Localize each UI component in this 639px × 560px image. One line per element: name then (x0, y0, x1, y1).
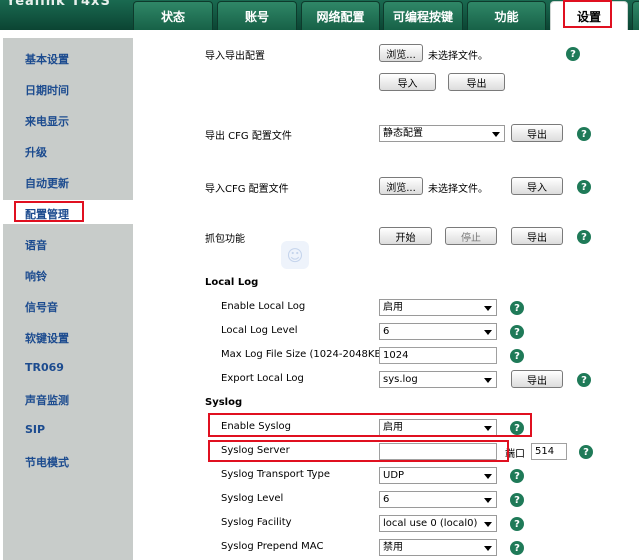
chevron-down-icon (492, 132, 500, 137)
syslog-port-input[interactable]: 514 (531, 443, 567, 460)
export-cfg-label: 导出 CFG 配置文件 (205, 131, 292, 142)
capture-stop-button[interactable]: 停止 (445, 227, 497, 245)
sidebar-item-voice-monitor[interactable]: 声音监测 (25, 392, 69, 408)
sidebar-item-tr069[interactable]: TR069 (25, 361, 64, 374)
max-log-size-label: Max Log File Size (1024-2048KB) (221, 349, 386, 360)
export-button[interactable]: 导出 (448, 73, 505, 91)
chevron-down-icon (484, 306, 492, 311)
import-export-label: 导入导出配置 (205, 51, 265, 62)
help-icon[interactable]: ? (510, 469, 524, 483)
local-log-level-value: 6 (383, 326, 390, 337)
export-cfg-select[interactable]: 静态配置 (379, 125, 505, 142)
local-log-level-label: Local Log Level (221, 325, 298, 336)
import-cfg-label: 导入CFG 配置文件 (205, 184, 289, 195)
export-local-log-value: sys.log (383, 374, 418, 385)
syslog-level-label: Syslog Level (221, 493, 284, 504)
export-cfg-value: 静态配置 (383, 128, 423, 139)
import-button[interactable]: 导入 (379, 73, 436, 91)
chevron-down-icon (484, 330, 492, 335)
help-icon[interactable]: ? (566, 47, 580, 61)
enable-local-log-select[interactable]: 启用 (379, 299, 497, 316)
sidebar: 基本设置 日期时间 来电显示 升级 自动更新 配置管理 语音 响铃 信号音 软键… (3, 38, 133, 560)
chevron-down-icon (484, 378, 492, 383)
import-cfg-no-file-text: 未选择文件。 (428, 184, 488, 195)
export-local-log-select[interactable]: sys.log (379, 371, 497, 388)
sidebar-item-datetime[interactable]: 日期时间 (25, 82, 69, 98)
help-icon[interactable]: ? (510, 325, 524, 339)
brand-logo: Yealink T4xS (6, 0, 111, 9)
export-local-log-label: Export Local Log (221, 373, 304, 384)
help-icon[interactable]: ? (577, 127, 591, 141)
local-log-level-select[interactable]: 6 (379, 323, 497, 340)
chevron-down-icon (484, 474, 492, 479)
top-nav-bar: Yealink T4xS 状态 账号 网络配置 可编程按键 功能 设置 (0, 0, 639, 30)
syslog-level-select[interactable]: 6 (379, 491, 497, 508)
sidebar-item-softkey[interactable]: 软键设置 (25, 330, 69, 346)
import-cfg-browse-button[interactable]: 浏览... (379, 177, 423, 195)
sidebar-item-callerid[interactable]: 来电显示 (25, 113, 69, 129)
tab-network[interactable]: 网络配置 (301, 1, 380, 30)
help-icon[interactable]: ? (510, 541, 524, 555)
help-icon[interactable]: ? (510, 517, 524, 531)
chevron-down-icon (484, 522, 492, 527)
sidebar-item-upgrade[interactable]: 升级 (25, 144, 47, 160)
help-icon[interactable]: ? (577, 180, 591, 194)
local-log-heading: Local Log (205, 277, 259, 288)
help-icon[interactable]: ? (577, 373, 591, 387)
enable-local-log-label: Enable Local Log (221, 301, 306, 312)
enable-syslog-highlight (208, 413, 532, 437)
syslog-prepend-mac-label: Syslog Prepend MAC (221, 541, 324, 552)
sidebar-item-autop[interactable]: 自动更新 (25, 175, 69, 191)
export-local-log-button[interactable]: 导出 (511, 370, 563, 388)
help-icon[interactable]: ? (510, 493, 524, 507)
sidebar-item-power-saving[interactable]: 节电模式 (25, 454, 69, 470)
tab-features[interactable]: 功能 (467, 1, 546, 30)
syslog-facility-value: local use 0 (local0) (383, 518, 478, 529)
export-cfg-button[interactable]: 导出 (511, 124, 563, 142)
help-icon[interactable]: ? (579, 445, 593, 459)
tab-account[interactable]: 账号 (217, 1, 297, 30)
tab-overflow[interactable] (632, 1, 639, 30)
tab-settings-highlight (563, 0, 612, 28)
syslog-transport-value: UDP (383, 470, 405, 481)
sidebar-item-tones[interactable]: 信号音 (25, 299, 58, 315)
syslog-heading: Syslog (205, 397, 243, 408)
help-icon[interactable]: ? (510, 349, 524, 363)
syslog-transport-select[interactable]: UDP (379, 467, 497, 484)
capture-start-button[interactable]: 开始 (379, 227, 432, 245)
max-log-size-input[interactable]: 1024 (379, 347, 497, 364)
syslog-prepend-mac-select[interactable]: 禁用 (379, 539, 497, 556)
syslog-server-highlight (208, 440, 509, 462)
syslog-facility-label: Syslog Facility (221, 517, 292, 528)
browse-button[interactable]: 浏览... (379, 44, 423, 62)
capture-export-button[interactable]: 导出 (511, 227, 563, 245)
sidebar-item-voice[interactable]: 语音 (25, 237, 47, 253)
enable-local-log-value: 启用 (383, 302, 403, 313)
sidebar-item-sip[interactable]: SIP (25, 423, 45, 436)
help-icon[interactable]: ? (510, 301, 524, 315)
sidebar-active-highlight (14, 201, 84, 222)
tab-status[interactable]: 状态 (133, 1, 213, 30)
no-file-text: 未选择文件。 (428, 51, 488, 62)
help-icon[interactable]: ? (577, 230, 591, 244)
import-cfg-button[interactable]: 导入 (511, 177, 563, 195)
syslog-prepend-mac-value: 禁用 (383, 542, 403, 553)
capture-label: 抓包功能 (205, 234, 245, 245)
sidebar-item-ring[interactable]: 响铃 (25, 268, 47, 284)
syslog-level-value: 6 (383, 494, 390, 505)
syslog-transport-label: Syslog Transport Type (221, 469, 330, 480)
smiley-icon: ☺ (281, 241, 309, 269)
chevron-down-icon (484, 498, 492, 503)
tab-dsskey[interactable]: 可编程按键 (383, 1, 463, 30)
chevron-down-icon (484, 546, 492, 551)
syslog-facility-select[interactable]: local use 0 (local0) (379, 515, 497, 532)
sidebar-item-basic[interactable]: 基本设置 (25, 51, 69, 67)
